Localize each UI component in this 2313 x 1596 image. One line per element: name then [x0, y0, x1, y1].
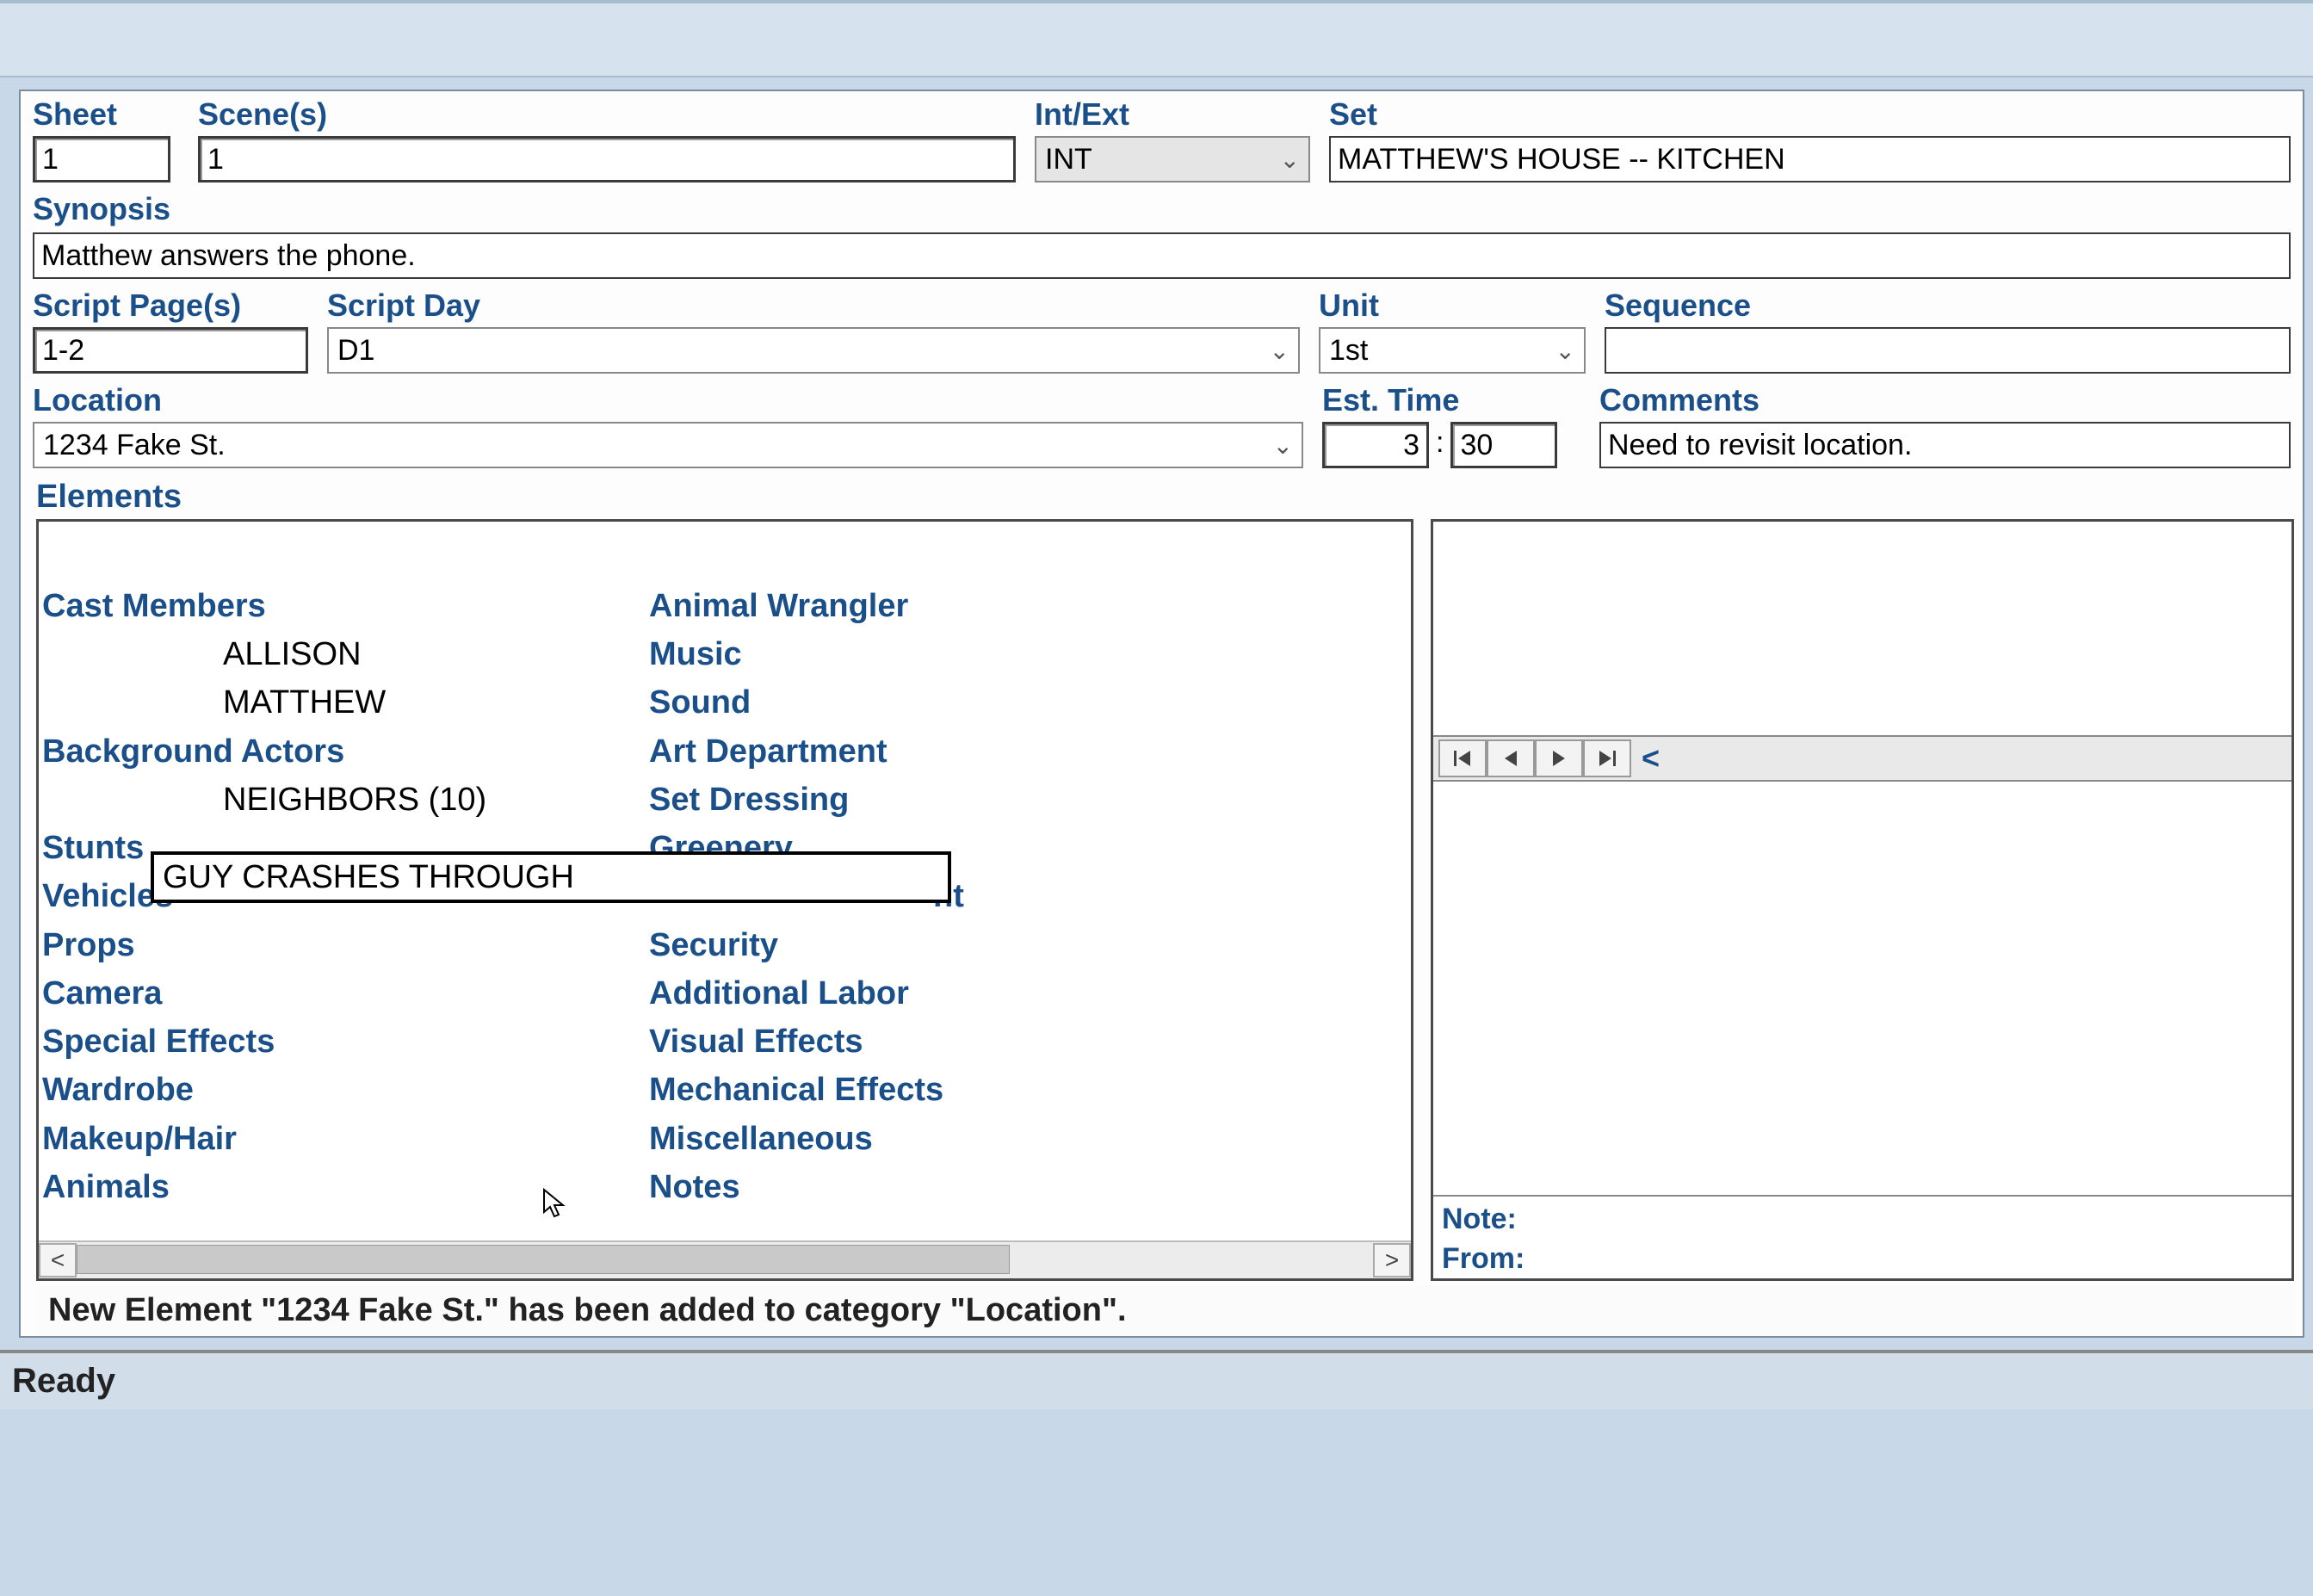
window-titlebar [0, 0, 2313, 77]
scroll-right-button[interactable]: > [1373, 1243, 1411, 1277]
nav-first-button[interactable] [1438, 739, 1487, 777]
element-category[interactable]: Music [649, 630, 1256, 678]
intext-select[interactable]: INT ⌄ [1035, 136, 1310, 182]
element-category[interactable]: Additional Labor [649, 969, 1256, 1018]
element-item[interactable]: NEIGHBORS (10) [42, 776, 649, 824]
scroll-left-button[interactable]: < [39, 1243, 77, 1277]
sheet-input[interactable] [33, 136, 170, 182]
element-category[interactable]: Miscellaneous [649, 1115, 1256, 1163]
time-separator: : [1429, 426, 1450, 460]
element-category[interactable]: Wardrobe [42, 1066, 649, 1114]
set-label: Set [1329, 96, 2291, 133]
sheet-label: Sheet [33, 96, 179, 133]
elements-hscrollbar[interactable]: < > [39, 1240, 1411, 1278]
script-pages-label: Script Page(s) [33, 288, 308, 324]
element-category[interactable]: Visual Effects [649, 1018, 1256, 1066]
elements-panel[interactable]: Cast MembersALLISONMATTHEWBackground Act… [36, 519, 1413, 1281]
nav-next-button[interactable] [1535, 739, 1583, 777]
chevron-down-icon: ⌄ [1270, 337, 1289, 365]
sequence-input[interactable] [1605, 327, 2291, 374]
scroll-track[interactable] [77, 1243, 1373, 1277]
location-label: Location [33, 382, 1303, 418]
comments-input[interactable] [1599, 422, 2291, 468]
preview-nav: < [1433, 737, 2291, 782]
element-item[interactable]: ALLISON [42, 630, 649, 678]
note-label: Note: [1442, 1200, 2283, 1240]
est-time-m-input[interactable] [1450, 422, 1557, 468]
element-category[interactable]: Security [649, 921, 1256, 969]
location-select[interactable]: 1234 Fake St. ⌄ [33, 422, 1303, 468]
nav-extra-text: < [1631, 740, 1660, 776]
element-item[interactable]: MATTHEW [42, 678, 649, 727]
scroll-thumb[interactable] [77, 1245, 1010, 1274]
element-category[interactable]: Art Department [649, 727, 1256, 776]
preview-mid-area [1433, 782, 2291, 1197]
element-category[interactable]: Camera [42, 969, 649, 1018]
preview-panel: < Note: From: [1431, 519, 2294, 1281]
element-category[interactable]: Set Dressing [649, 776, 1256, 824]
element-category[interactable]: Sound [649, 678, 1256, 727]
chevron-down-icon: ⌄ [1555, 337, 1575, 365]
synopsis-label: Synopsis [33, 191, 170, 227]
preview-top-area [1433, 522, 2291, 737]
chevron-down-icon: ⌄ [1273, 431, 1293, 460]
intext-label: Int/Ext [1035, 96, 1310, 133]
elements-heading: Elements [21, 472, 2303, 519]
synopsis-input[interactable] [33, 232, 2291, 279]
element-category[interactable]: Props [42, 921, 649, 969]
script-day-select[interactable]: D1 ⌄ [327, 327, 1300, 374]
est-time-h-input[interactable] [1322, 422, 1429, 468]
breakdown-sheet-form: Sheet Scene(s) Int/Ext INT ⌄ Set Synopsi [19, 90, 2304, 1338]
script-pages-input[interactable] [33, 327, 308, 374]
element-category[interactable]: Animal Wrangler [649, 582, 1256, 630]
element-category[interactable]: Special Effects [42, 1018, 649, 1066]
status-bar: Ready [0, 1350, 2313, 1409]
nav-last-button[interactable] [1583, 739, 1631, 777]
element-inline-edit-input[interactable] [151, 851, 951, 903]
element-category[interactable]: Mechanical Effects [649, 1066, 1256, 1114]
element-category[interactable]: Makeup/Hair [42, 1115, 649, 1163]
unit-select[interactable]: 1st ⌄ [1319, 327, 1586, 374]
element-category[interactable]: Notes [649, 1163, 1256, 1211]
from-label: From: [1442, 1240, 2283, 1279]
unit-label: Unit [1319, 288, 1586, 324]
info-message: New Element "1234 Fake St." has been add… [36, 1284, 2294, 1336]
scenes-label: Scene(s) [198, 96, 1016, 133]
element-category[interactable]: Animals [42, 1163, 649, 1211]
element-category[interactable]: Cast Members [42, 582, 649, 630]
comments-label: Comments [1599, 382, 2291, 418]
set-input[interactable] [1329, 136, 2291, 182]
est-time-label: Est. Time [1322, 382, 1580, 418]
nav-prev-button[interactable] [1487, 739, 1535, 777]
sequence-label: Sequence [1605, 288, 2291, 324]
script-day-label: Script Day [327, 288, 1300, 324]
chevron-down-icon: ⌄ [1280, 145, 1300, 174]
scenes-input[interactable] [198, 136, 1016, 182]
element-category[interactable]: Background Actors [42, 727, 649, 776]
